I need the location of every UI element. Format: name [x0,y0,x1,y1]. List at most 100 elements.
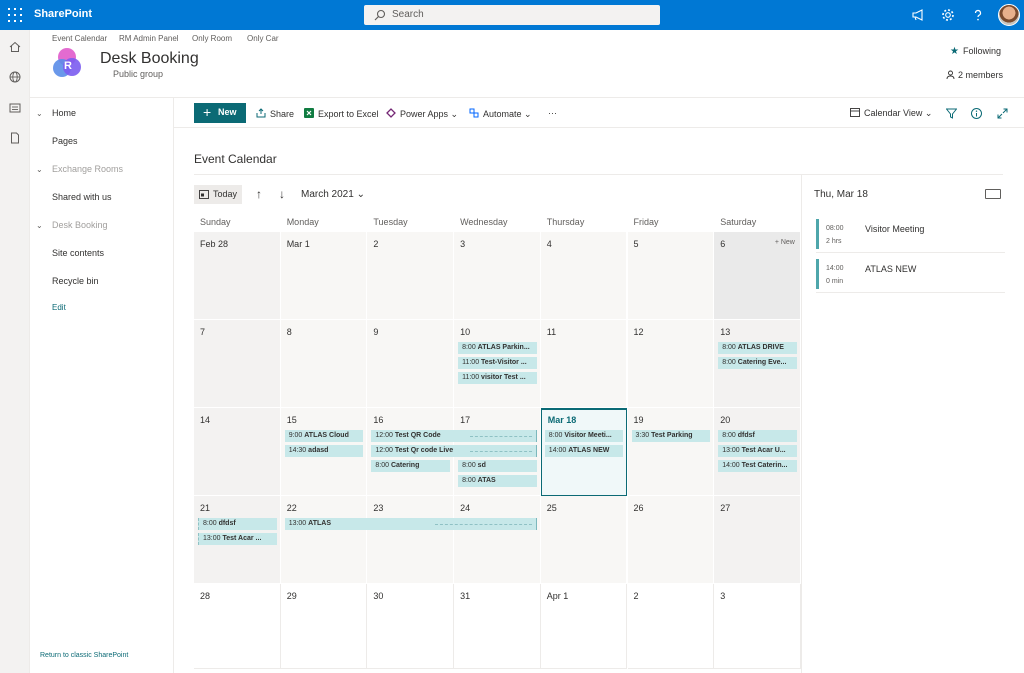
calendar-day-cell[interactable]: 29 [280,584,368,669]
cell-new-button[interactable]: + New [775,239,795,246]
calendar-event[interactable]: 8:00 Visitor Meeti... [544,430,624,442]
calendar-day-cell[interactable]: 25 [540,496,628,584]
arrow-up-icon[interactable]: ↑ [256,187,262,201]
export-excel-button[interactable]: Export to Excel [304,108,379,119]
home-icon[interactable] [9,41,21,53]
calendar-day-cell[interactable]: 30 [367,584,455,669]
search-box[interactable]: Search [364,5,660,25]
arrow-down-icon[interactable]: ↓ [279,187,285,201]
nav-item[interactable]: Site contents [52,248,104,258]
site-logo[interactable]: R [52,46,86,80]
calendar-event[interactable]: 8:00 ATAS [458,475,537,487]
event-title: Visitor Meeti... [564,432,612,439]
calendar-day-cell[interactable]: 22 [280,496,368,584]
members-button[interactable]: 2 members [946,70,1003,80]
user-avatar[interactable] [998,4,1020,26]
calendar-day-cell[interactable]: 4 [540,232,628,320]
site-title[interactable]: Desk Booking [100,50,199,68]
panel-event[interactable]: 14:00 0 min ATLAS NEW [816,255,1005,293]
calendar-event[interactable]: 12:00 Test QR Code [371,430,537,442]
calendar-day-cell[interactable]: 23 [367,496,455,584]
filter-icon[interactable] [946,108,957,119]
hub-link-rm-admin-panel[interactable]: RM Admin Panel [119,34,179,43]
news-icon[interactable] [9,102,21,114]
calendar-event[interactable]: 9:00 ATLAS Cloud [284,430,364,442]
calendar-event[interactable]: 8:00 ATLAS Parkin... [458,342,537,354]
calendar-day-cell[interactable]: Mar 1 [280,232,368,320]
calendar-event[interactable]: 11:00 visitor Test ... [458,372,537,384]
calendar-day-cell[interactable]: 31 [454,584,541,669]
document-icon[interactable] [9,132,21,144]
hub-link-only-car[interactable]: Only Car [247,34,279,43]
expand-icon[interactable] [997,108,1008,119]
calendar-day-cell[interactable]: 12 [627,320,715,408]
calendar-day-cell[interactable]: 14 [194,408,281,496]
follow-button[interactable]: ★ Following [950,46,1001,57]
day-number: 23 [373,503,384,513]
event-time: 14:00 [548,447,567,454]
calendar-event[interactable]: 14:00 Test Caterin... [718,460,797,472]
chevron-down-icon[interactable]: ⌄ [36,109,43,118]
calendar-event[interactable]: 8:00 dfdsf [198,518,277,530]
suite-brand[interactable]: SharePoint [34,8,92,20]
power-apps-button[interactable]: Power Apps ⌄ [386,108,458,120]
calendar-day-cell[interactable]: 24 [454,496,541,584]
calendar-event[interactable]: 8:00 Catering Eve... [718,357,797,369]
today-button[interactable]: Today [194,185,242,204]
calendar-day-cell[interactable]: 9 [367,320,455,408]
month-picker[interactable]: March 2021 ⌄ [301,189,365,200]
calendar-day-cell[interactable]: 5 [627,232,715,320]
calendar-event[interactable]: 3:30 Test Parking [631,430,711,442]
calendar-day-cell[interactable]: Apr 1 [540,584,628,669]
megaphone-icon[interactable] [910,7,926,23]
calendar-day-cell[interactable]: 7 [194,320,281,408]
nav-edit-link[interactable]: Edit [52,303,66,312]
calendar-event[interactable]: 12:00 Test Qr code Live [371,445,537,457]
hub-link-only-room[interactable]: Only Room [192,34,232,43]
nav-item[interactable]: Shared with us [52,192,112,202]
help-icon[interactable] [970,7,986,23]
calendar-day-cell[interactable]: 8 [280,320,368,408]
nav-item[interactable]: Home [52,108,76,118]
calendar-event[interactable]: 13:00 ATLAS [284,518,537,530]
chevron-down-icon[interactable]: ⌄ [36,165,43,174]
calendar-event[interactable]: 14:00 ATLAS NEW [544,445,624,457]
globe-icon[interactable] [9,71,21,83]
calendar-event[interactable]: 13:00 Test Acar ... [198,533,277,545]
chevron-down-icon[interactable]: ⌄ [36,221,43,230]
calendar-event[interactable]: 13:00 Test Acar U... [718,445,797,457]
calendar-day-cell[interactable]: 27 [714,496,801,584]
calendar-day-cell[interactable]: 11 [540,320,628,408]
new-button[interactable]: + New [194,103,246,123]
app-launcher-icon[interactable] [8,8,22,22]
settings-gear-icon[interactable] [940,7,956,23]
more-actions-button[interactable]: ··· [548,108,557,118]
calendar-event[interactable]: 8:00 ATLAS DRIVE [718,342,797,354]
collapse-panel-icon[interactable] [985,189,1001,199]
calendar-event[interactable]: 14:30 adasd [284,445,364,457]
calendar-day-cell[interactable]: 2 [367,232,455,320]
calendar-day-cell[interactable]: 6 + New [714,232,801,320]
nav-item[interactable]: Recycle bin [52,276,99,286]
return-classic-link[interactable]: Return to classic SharePoint [40,652,128,659]
calendar-event[interactable]: 8:00 Catering [371,460,451,472]
calendar-event[interactable]: 11:00 Test-Visitor ... [458,357,537,369]
share-button[interactable]: Share [256,108,294,119]
calendar-day-cell[interactable]: 26 [627,496,715,584]
calendar-day-cell[interactable]: Feb 28 [194,232,281,320]
nav-item[interactable]: Desk Booking [52,220,108,230]
view-switcher[interactable]: Calendar View ⌄ [850,107,932,119]
automate-button[interactable]: Automate ⌄ [469,108,532,120]
calendar-day-cell[interactable]: 19 [627,408,715,496]
calendar-event[interactable]: 8:00 dfdsf [718,430,797,442]
info-icon[interactable] [971,108,982,119]
calendar-day-cell[interactable]: 2 [627,584,715,669]
calendar-event[interactable]: 8:00 sd [458,460,537,472]
nav-item[interactable]: Exchange Rooms [52,164,123,174]
nav-item[interactable]: Pages [52,136,78,146]
panel-event[interactable]: 08:00 2 hrs Visitor Meeting [816,215,1005,253]
calendar-day-cell[interactable]: 3 [714,584,801,669]
calendar-day-cell[interactable]: 28 [194,584,281,669]
hub-link-event-calendar[interactable]: Event Calendar [52,34,107,43]
calendar-day-cell[interactable]: 3 [454,232,541,320]
